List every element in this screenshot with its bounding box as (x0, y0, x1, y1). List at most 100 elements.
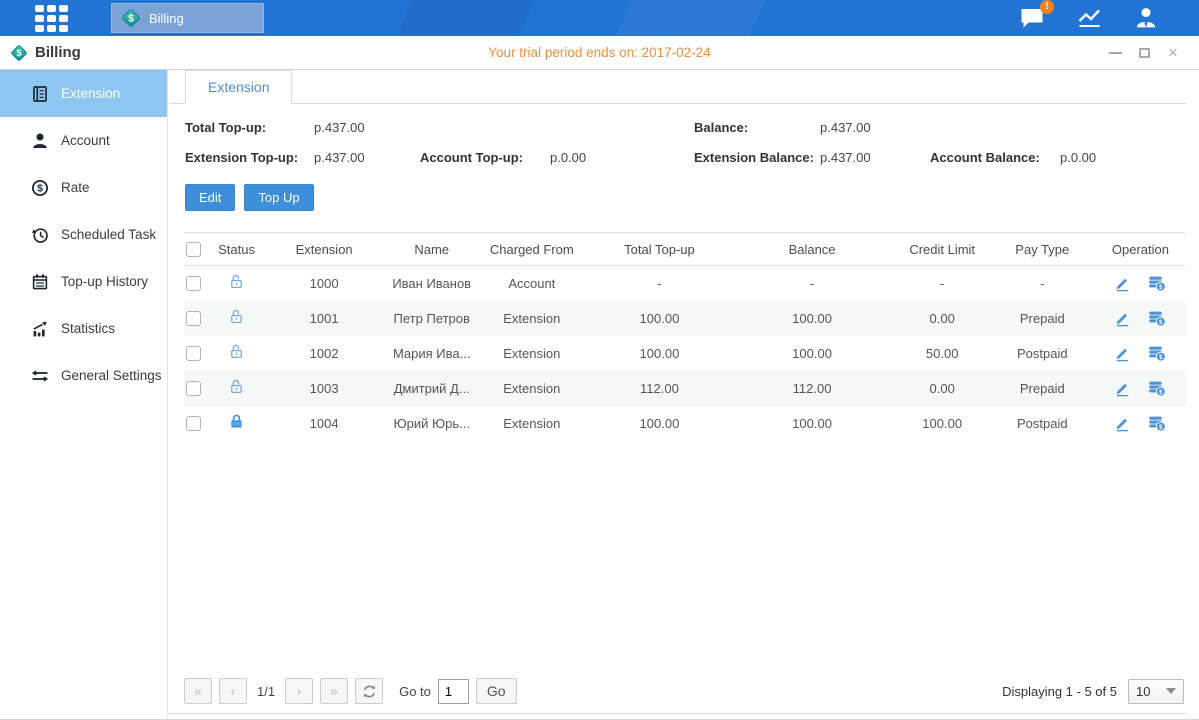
column-header-operation: Operation (1095, 233, 1186, 266)
resource-monitor-button[interactable] (1076, 6, 1103, 30)
cell-pay-type: Prepaid (990, 371, 1095, 406)
tab-bar: Extension (169, 70, 1186, 104)
cell-total-topup: - (589, 266, 729, 301)
table-row: 1000Иван ИвановAccount----$ (184, 266, 1186, 301)
cell-credit-limit: 50.00 (895, 336, 990, 371)
cell-balance: - (729, 266, 894, 301)
top-up-button[interactable]: Top Up (244, 184, 313, 211)
extensions-table: Status Extension Name Charged From Total… (184, 232, 1186, 441)
svg-text:$: $ (128, 13, 134, 25)
top-up-coins-icon: $ (1148, 309, 1166, 327)
row-edit-button[interactable] (1114, 380, 1131, 397)
dollar-coin-icon: $ (31, 179, 49, 197)
cell-balance: 100.00 (729, 406, 894, 441)
svg-text:$: $ (16, 48, 22, 59)
lock-status-icon (228, 273, 245, 290)
sidebar-item-label: Rate (61, 180, 90, 195)
account-topup-label: Account Top-up: (420, 150, 550, 165)
svg-text:$: $ (1159, 319, 1163, 326)
sidebar-item-account[interactable]: Account (0, 117, 167, 164)
total-topup-label: Total Top-up: (185, 120, 314, 135)
sidebar-item-label: Top-up History (61, 274, 148, 289)
sidebar-item-topup-history[interactable]: Top-up History (0, 258, 167, 305)
tab-label: Extension (208, 79, 269, 95)
cell-extension: 1003 (259, 371, 389, 406)
edit-pencil-icon (1114, 415, 1131, 432)
edit-pencil-icon (1114, 380, 1131, 397)
extension-balance-value: p.437.00 (820, 150, 930, 165)
row-top-up-button[interactable]: $ (1148, 414, 1166, 432)
unlocked-icon (228, 378, 245, 395)
user-account-button[interactable] (1133, 6, 1159, 31)
go-button[interactable]: Go (476, 678, 517, 704)
table-row: 1003Дмитрий Д...Extension112.00112.000.0… (184, 371, 1186, 406)
billing-diamond-icon: $ (121, 8, 141, 28)
column-header-balance: Balance (729, 233, 894, 266)
row-checkbox[interactable] (186, 346, 201, 361)
tab-extension[interactable]: Extension (185, 70, 292, 104)
row-top-up-button[interactable]: $ (1148, 274, 1166, 292)
row-checkbox[interactable] (186, 276, 201, 291)
close-icon[interactable]: × (1165, 45, 1181, 61)
cell-charged-from: Extension (474, 336, 589, 371)
sidebar-item-scheduled-task[interactable]: Scheduled Task (0, 211, 167, 258)
lock-status-icon (228, 308, 245, 325)
cell-credit-limit: 0.00 (895, 301, 990, 336)
prev-page-button[interactable]: ‹ (219, 678, 247, 704)
cell-name: Дмитрий Д... (389, 371, 474, 406)
goto-page-input[interactable] (438, 679, 469, 704)
edit-button[interactable]: Edit (185, 184, 235, 211)
cell-credit-limit: 0.00 (895, 371, 990, 406)
first-page-button[interactable]: « (184, 678, 212, 704)
sidebar-item-extension[interactable]: Extension (0, 70, 167, 117)
row-checkbox[interactable] (186, 416, 201, 431)
page-indicator: 1/1 (257, 684, 275, 699)
taskbar-tab-billing[interactable]: $ Billing (111, 3, 264, 33)
lock-status-icon (228, 343, 245, 360)
history-clock-icon (31, 226, 49, 244)
edit-pencil-icon (1114, 275, 1131, 292)
cell-total-topup: 100.00 (589, 336, 729, 371)
sidebar-item-label: General Settings (61, 368, 162, 383)
refresh-button[interactable] (355, 678, 383, 704)
balance-value: p.437.00 (820, 120, 930, 135)
person-icon (1133, 6, 1159, 31)
cell-total-topup: 100.00 (589, 301, 729, 336)
cell-extension: 1004 (259, 406, 389, 441)
account-balance-value: p.0.00 (1060, 150, 1186, 165)
row-top-up-button[interactable]: $ (1148, 379, 1166, 397)
cell-balance: 100.00 (729, 336, 894, 371)
row-edit-button[interactable] (1114, 310, 1131, 327)
sidebar-item-rate[interactable]: $ Rate (0, 164, 167, 211)
notifications-button[interactable]: ! (1019, 6, 1046, 30)
row-top-up-button[interactable]: $ (1148, 309, 1166, 327)
row-edit-button[interactable] (1114, 415, 1131, 432)
row-edit-button[interactable] (1114, 345, 1131, 362)
table-row: 1004Юрий Юрь...Extension100.00100.00100.… (184, 406, 1186, 441)
window-title-area: $ Billing (10, 44, 89, 62)
row-checkbox[interactable] (186, 381, 201, 396)
statistics-chart-icon (31, 320, 49, 338)
cell-balance: 112.00 (729, 371, 894, 406)
lock-status-icon (228, 413, 245, 430)
svg-text:$: $ (1159, 284, 1163, 291)
column-header-charged-from: Charged From (474, 233, 589, 266)
app-grid-icon[interactable] (35, 5, 68, 32)
unlocked-icon (228, 273, 245, 290)
sidebar-item-statistics[interactable]: Statistics (0, 305, 167, 352)
maximize-icon[interactable] (1136, 45, 1152, 61)
cell-charged-from: Extension (474, 371, 589, 406)
next-page-button[interactable]: › (285, 678, 313, 704)
sidebar-item-general-settings[interactable]: General Settings (0, 352, 167, 399)
page-size-select[interactable]: 10 (1128, 679, 1184, 704)
minimize-icon[interactable] (1107, 45, 1123, 61)
cell-balance: 100.00 (729, 301, 894, 336)
row-edit-button[interactable] (1114, 275, 1131, 292)
last-page-button[interactable]: » (320, 678, 348, 704)
select-all-checkbox[interactable] (186, 242, 201, 257)
trial-notice: Your trial period ends on: 2017-02-24 (0, 45, 1199, 60)
row-checkbox[interactable] (186, 311, 201, 326)
cell-name: Мария Ива... (389, 336, 474, 371)
column-header-credit-limit: Credit Limit (895, 233, 990, 266)
row-top-up-button[interactable]: $ (1148, 344, 1166, 362)
